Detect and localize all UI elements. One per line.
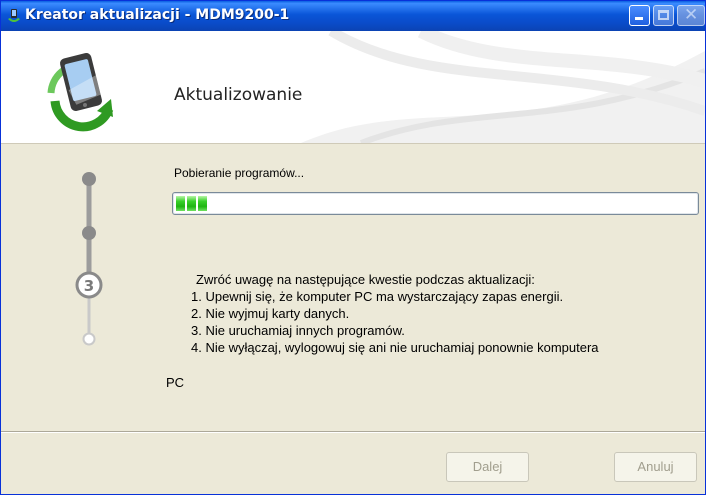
download-progress-bar — [172, 192, 699, 215]
update-wizard-window: Kreator aktualizacji - MDM9200-1 ✕ Aktua… — [0, 0, 706, 495]
window-title: Kreator aktualizacji - MDM9200-1 — [25, 7, 290, 23]
status-label: Pobieranie programów... — [174, 166, 305, 180]
page-title: Aktualizowanie — [174, 85, 303, 105]
wizard-stepper: 3 — [75, 172, 103, 346]
minimize-icon — [635, 17, 643, 20]
close-button[interactable]: ✕ — [677, 5, 705, 26]
step-1-dot — [82, 172, 96, 186]
update-notes: Zwróć uwagę na następujące kwestie podcz… — [191, 271, 599, 356]
note-item: 1. Upewnij się, że komputer PC ma wystar… — [191, 289, 564, 304]
note-item: 4. Nie wyłączaj, wylogowuj się ani nie u… — [191, 340, 599, 355]
step-4-dot — [82, 332, 96, 346]
step-3-label: 3 — [84, 277, 94, 295]
note-item: 2. Nie wyjmuj karty danych. — [191, 306, 350, 321]
step-2-dot — [82, 226, 96, 240]
cancel-button[interactable]: Anuluj — [614, 452, 697, 482]
minimize-button[interactable] — [629, 5, 650, 26]
note-heading: Zwróć uwagę na następujące kwestie podcz… — [196, 272, 535, 287]
maximize-button[interactable] — [653, 5, 674, 26]
update-wizard-icon — [8, 9, 20, 22]
note-item: 3. Nie uruchamiaj innych programów. — [191, 323, 405, 338]
wizard-header: Aktualizowanie — [1, 31, 705, 144]
close-icon: ✕ — [684, 5, 699, 25]
footer-divider — [1, 431, 705, 433]
phone-sync-icon — [47, 52, 114, 132]
progress-fill — [176, 196, 207, 211]
note-continuation: PC — [166, 375, 185, 390]
title-bar[interactable]: Kreator aktualizacji - MDM9200-1 ✕ — [1, 1, 705, 31]
maximize-icon — [658, 10, 669, 20]
next-button[interactable]: Dalej — [446, 452, 529, 482]
